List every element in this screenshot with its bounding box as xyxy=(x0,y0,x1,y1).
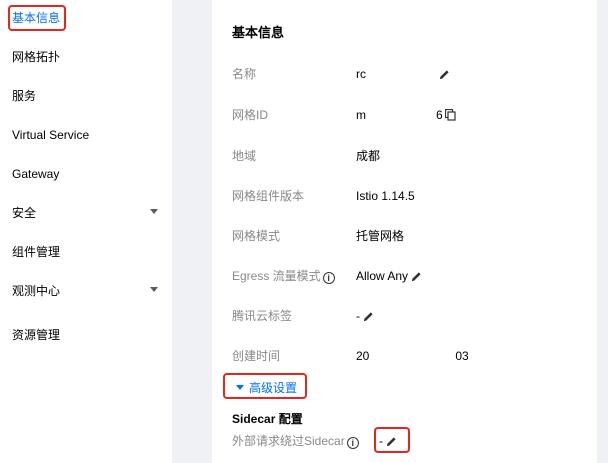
value-visible-start: m xyxy=(356,108,366,122)
value-visible-end: 03 xyxy=(455,349,469,363)
row-label: 网格模式 xyxy=(232,229,281,243)
row-name: 名称 rc xyxy=(212,64,597,84)
tags-value: - xyxy=(356,306,374,326)
info-icon[interactable]: i xyxy=(322,272,335,284)
row-created-time: 创建时间 20 03 xyxy=(212,346,597,366)
sidebar: 基本信息 网格拓扑 服务 Virtual Service Gateway 安全 … xyxy=(0,0,172,463)
row-tags: 腾讯云标签 - xyxy=(212,306,597,326)
chevron-down-icon[interactable] xyxy=(150,287,158,292)
mesh-mode-value: 托管网格 xyxy=(356,229,405,243)
mesh-id-value: m6 xyxy=(356,105,456,125)
sidebar-item-security[interactable]: 安全 xyxy=(12,203,36,223)
sidebar-item-resource-management[interactable]: 资源管理 xyxy=(12,325,60,345)
sidebar-item-mesh-topology[interactable]: 网格拓扑 xyxy=(12,47,60,67)
chevron-down-icon[interactable] xyxy=(150,209,158,214)
version-value: Istio 1.14.5 xyxy=(356,189,415,203)
pencil-icon[interactable] xyxy=(411,271,422,282)
sidecar-section-title: Sidecar 配置 xyxy=(232,412,303,426)
row-label: Egress 流量模式 i xyxy=(232,266,335,286)
info-icon[interactable]: i xyxy=(346,437,359,449)
row-egress-mode: Egress 流量模式 i Allow Any xyxy=(212,266,597,286)
row-component-version: 网格组件版本 Istio 1.14.5 xyxy=(212,186,597,206)
right-gutter xyxy=(597,0,608,463)
sidebar-item-services[interactable]: 服务 xyxy=(12,86,36,106)
panel-title: 基本信息 xyxy=(232,25,285,40)
row-mesh-mode: 网格模式 托管网格 xyxy=(212,226,597,246)
value-visible-start: rc xyxy=(356,67,366,81)
pencil-icon[interactable] xyxy=(363,311,374,322)
sidebar-item-virtual-service[interactable]: Virtual Service xyxy=(12,125,89,145)
sidebar-item-observability[interactable]: 观测中心 xyxy=(12,281,60,301)
row-region: 地域 成都 xyxy=(212,146,597,166)
created-time-value: 20 03 xyxy=(356,346,469,366)
annotation-highlight xyxy=(8,5,66,31)
annotation-highlight xyxy=(374,427,410,453)
row-label: 网格组件版本 xyxy=(232,189,305,203)
value-visible-start: 20 xyxy=(356,349,370,363)
row-label: 网格ID xyxy=(232,108,269,122)
value-text: Allow Any xyxy=(356,269,409,283)
mesh-name-value: rc xyxy=(356,64,450,84)
copy-icon[interactable] xyxy=(444,109,456,121)
content-gutter xyxy=(172,0,212,463)
value-text: - xyxy=(356,309,360,323)
egress-mode-value: Allow Any xyxy=(356,266,422,286)
sidebar-item-gateway[interactable]: Gateway xyxy=(12,164,59,184)
annotation-highlight xyxy=(223,373,307,399)
row-label-text: Egress 流量模式 xyxy=(232,269,321,283)
region-value: 成都 xyxy=(356,149,381,163)
row-label-text: 外部请求绕过Sidecar xyxy=(232,434,345,448)
row-label: 创建时间 xyxy=(232,349,281,363)
row-label: 名称 xyxy=(232,67,257,81)
row-label: 外部请求绕过Sidecar i xyxy=(232,431,359,451)
row-label: 地域 xyxy=(232,149,257,163)
sidebar-item-component-management[interactable]: 组件管理 xyxy=(12,242,60,262)
pencil-icon[interactable] xyxy=(439,69,450,80)
row-mesh-id: 网格ID m6 xyxy=(212,105,597,125)
basic-info-panel: 基本信息 名称 rc 网格ID m6 地域 成都 网格组件版本 Istio 1.… xyxy=(212,0,597,463)
row-label: 腾讯云标签 xyxy=(232,309,293,323)
value-visible-end: 6 xyxy=(436,108,443,122)
